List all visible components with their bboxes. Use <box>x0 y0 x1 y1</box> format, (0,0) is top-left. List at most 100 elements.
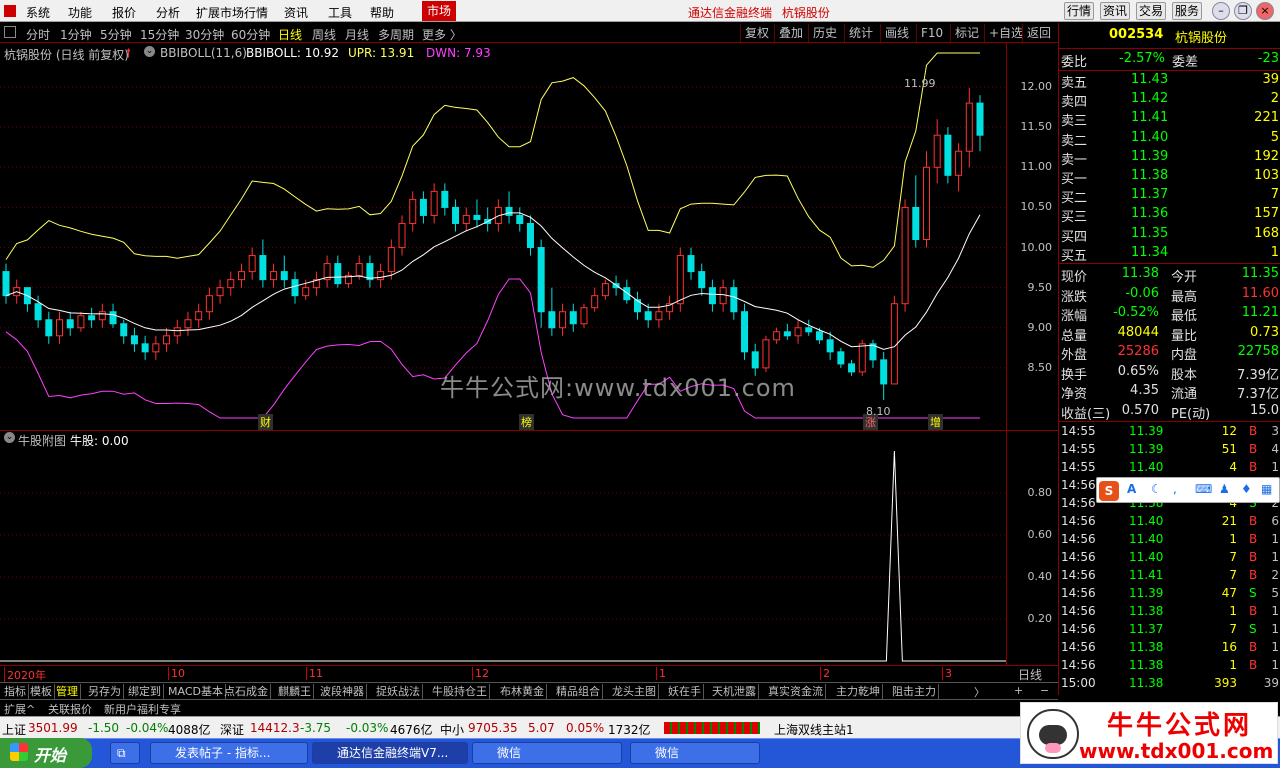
start-button[interactable]: 开始 <box>0 738 92 768</box>
task-wechat-1[interactable]: 微信 <box>472 742 622 764</box>
tool-draw[interactable]: 画线 <box>880 24 913 42</box>
level-label: 卖五 <box>1061 76 1088 91</box>
panel-toggle-icon[interactable] <box>4 26 16 38</box>
zx-index[interactable]: 9705.35 <box>468 721 518 735</box>
bid-level[interactable]: 买二 11.37 7 <box>1059 187 1280 206</box>
bid-level[interactable]: 买五 11.34 1 <box>1059 245 1280 264</box>
stock-code: 002534 <box>1109 27 1164 42</box>
top-button-quote[interactable]: 行情 <box>1064 2 1094 20</box>
menu-tools[interactable]: 工具 <box>328 4 352 21</box>
indicator-tab[interactable]: 指标 <box>2 684 29 699</box>
top-button-news[interactable]: 资讯 <box>1100 2 1130 20</box>
ext-related-quote[interactable]: 关联报价 <box>48 701 92 717</box>
app-window: 系统 功能 报价 分析 扩展市场行情 资讯 工具 帮助 市场 通达信金融终端 杭… <box>0 0 1280 768</box>
ime-toolbar[interactable]: S A ☾ , ⌨ ♟ ♦ ▦ <box>1096 477 1280 503</box>
ime-mode-icon[interactable]: A <box>1127 482 1136 496</box>
period-1min[interactable]: 1分钟 <box>60 26 92 43</box>
period-5min[interactable]: 5分钟 <box>100 26 132 43</box>
tool-f10[interactable]: F10 <box>916 24 947 42</box>
period-fenshi[interactable]: 分时 <box>26 26 50 43</box>
moon-icon[interactable]: ☾ <box>1151 482 1162 496</box>
tool-mark[interactable]: 标记 <box>950 24 983 42</box>
minimize-icon[interactable]: – <box>1212 2 1230 20</box>
menu-news[interactable]: 资讯 <box>284 4 308 21</box>
indicator-tab[interactable]: 波段神器 <box>318 684 367 699</box>
tool-add-favorite[interactable]: +自选 <box>984 24 1027 42</box>
quicklaunch-icon[interactable]: ⧉ <box>110 742 140 764</box>
tabs-more-button[interactable]: 〉 <box>974 684 985 700</box>
indicator-tab[interactable]: 妖在手 <box>666 684 704 699</box>
period-multi[interactable]: 多周期 <box>378 26 414 43</box>
indicator-tab[interactable]: 布林黄金 <box>498 684 547 699</box>
menu-function[interactable]: 功能 <box>68 4 92 21</box>
menu-system[interactable]: 系统 <box>26 4 50 21</box>
indicator-tab[interactable]: 主力乾坤 <box>834 684 883 699</box>
tick-count: 39 <box>1263 676 1279 690</box>
indicator-tab[interactable]: 阻击主力 <box>890 684 939 699</box>
tool-stats[interactable]: 统计 <box>844 24 877 42</box>
sz-index[interactable]: 14412.3 <box>250 721 300 735</box>
event-label-finance[interactable]: 财 <box>258 414 273 430</box>
indicator-tab[interactable]: 绑定到 <box>126 684 164 699</box>
period-daily[interactable]: 日线 <box>278 26 302 43</box>
menu-ext-market[interactable]: 扩展市场行情 <box>196 4 268 21</box>
top-button-trade[interactable]: 交易 <box>1136 2 1166 20</box>
indicator-tab[interactable]: 模板 <box>28 684 55 699</box>
indicator-tab[interactable]: 点石成金 <box>222 684 271 699</box>
bid-level[interactable]: 买一 11.38 103 <box>1059 168 1280 187</box>
ext-new-user-bonus[interactable]: 新用户福利专享 <box>104 701 181 717</box>
indicator-tab[interactable]: 天机泄露 <box>710 684 759 699</box>
ask-level[interactable]: 卖五 11.43 39 <box>1059 72 1280 91</box>
user-icon[interactable]: ♟ <box>1219 482 1230 496</box>
indicator-tab[interactable]: 精品组合 <box>554 684 603 699</box>
period-monthly[interactable]: 月线 <box>345 26 369 43</box>
sub-chart[interactable] <box>0 431 1006 665</box>
indicator-tab[interactable]: MACD基本 <box>166 684 226 699</box>
indicator-tab[interactable]: 管理 <box>54 684 81 699</box>
period-60min[interactable]: 60分钟 <box>231 26 270 43</box>
period-30min[interactable]: 30分钟 <box>185 26 224 43</box>
bid-level[interactable]: 买四 11.35 168 <box>1059 226 1280 245</box>
indicator-tab[interactable]: 另存为 <box>86 684 124 699</box>
remove-panel-button[interactable]: − <box>1040 684 1049 697</box>
ask-level[interactable]: 卖四 11.42 2 <box>1059 91 1280 110</box>
top-button-service[interactable]: 服务 <box>1172 2 1202 20</box>
task-wechat-2[interactable]: 微信 <box>630 742 760 764</box>
indicator-tab[interactable]: 捉妖战法 <box>374 684 423 699</box>
tool-history[interactable]: 历史 <box>808 24 841 42</box>
task-tdx[interactable]: 通达信金融终端V7... <box>312 742 468 764</box>
sogou-icon[interactable]: S <box>1099 481 1119 501</box>
market-tab[interactable]: 市场 <box>422 1 456 21</box>
tool-back[interactable]: 返回 <box>1022 24 1055 42</box>
sh-index[interactable]: 3501.99 <box>28 721 78 735</box>
add-panel-button[interactable]: + <box>1014 684 1023 697</box>
ext-expand[interactable]: 扩展^ <box>4 701 35 717</box>
tick-price: 11.40 <box>1129 460 1164 474</box>
event-label-list[interactable]: 榜 <box>519 414 534 430</box>
bid-level[interactable]: 买三 11.36 157 <box>1059 206 1280 225</box>
menu-help[interactable]: 帮助 <box>370 4 394 21</box>
ask-level[interactable]: 卖二 11.40 5 <box>1059 130 1280 149</box>
tool-overlay[interactable]: 叠加 <box>774 24 807 42</box>
indicator-tab[interactable]: 牛股持仓王 <box>430 684 490 699</box>
restore-icon[interactable]: ❐ <box>1234 2 1252 20</box>
menu-analysis[interactable]: 分析 <box>156 4 180 21</box>
period-weekly[interactable]: 周线 <box>312 26 336 43</box>
server-name[interactable]: 上海双线主站1 <box>774 721 854 738</box>
task-browser[interactable]: 发表帖子 - 指标... <box>150 742 308 764</box>
tool-fuquan[interactable]: 复权 <box>740 24 773 42</box>
indicator-tab[interactable]: 龙头主图 <box>610 684 659 699</box>
indicator-tab[interactable]: 真实资金流 <box>766 684 826 699</box>
ask-level[interactable]: 卖一 11.39 192 <box>1059 149 1280 168</box>
grid-icon[interactable]: ▦ <box>1261 482 1272 496</box>
period-more[interactable]: 更多 〉 <box>422 26 462 43</box>
ask-level[interactable]: 卖三 11.41 221 <box>1059 110 1280 129</box>
event-label-increase[interactable]: 增 <box>928 414 943 430</box>
keyboard-icon[interactable]: ⌨ <box>1195 482 1212 496</box>
period-15min[interactable]: 15分钟 <box>140 26 179 43</box>
skin-icon[interactable]: ♦ <box>1241 482 1252 496</box>
indicator-tab[interactable]: 麒麟王 <box>276 684 314 699</box>
menu-quote[interactable]: 报价 <box>112 4 136 21</box>
close-icon[interactable]: × <box>1256 2 1274 20</box>
punct-icon[interactable]: , <box>1173 482 1177 496</box>
